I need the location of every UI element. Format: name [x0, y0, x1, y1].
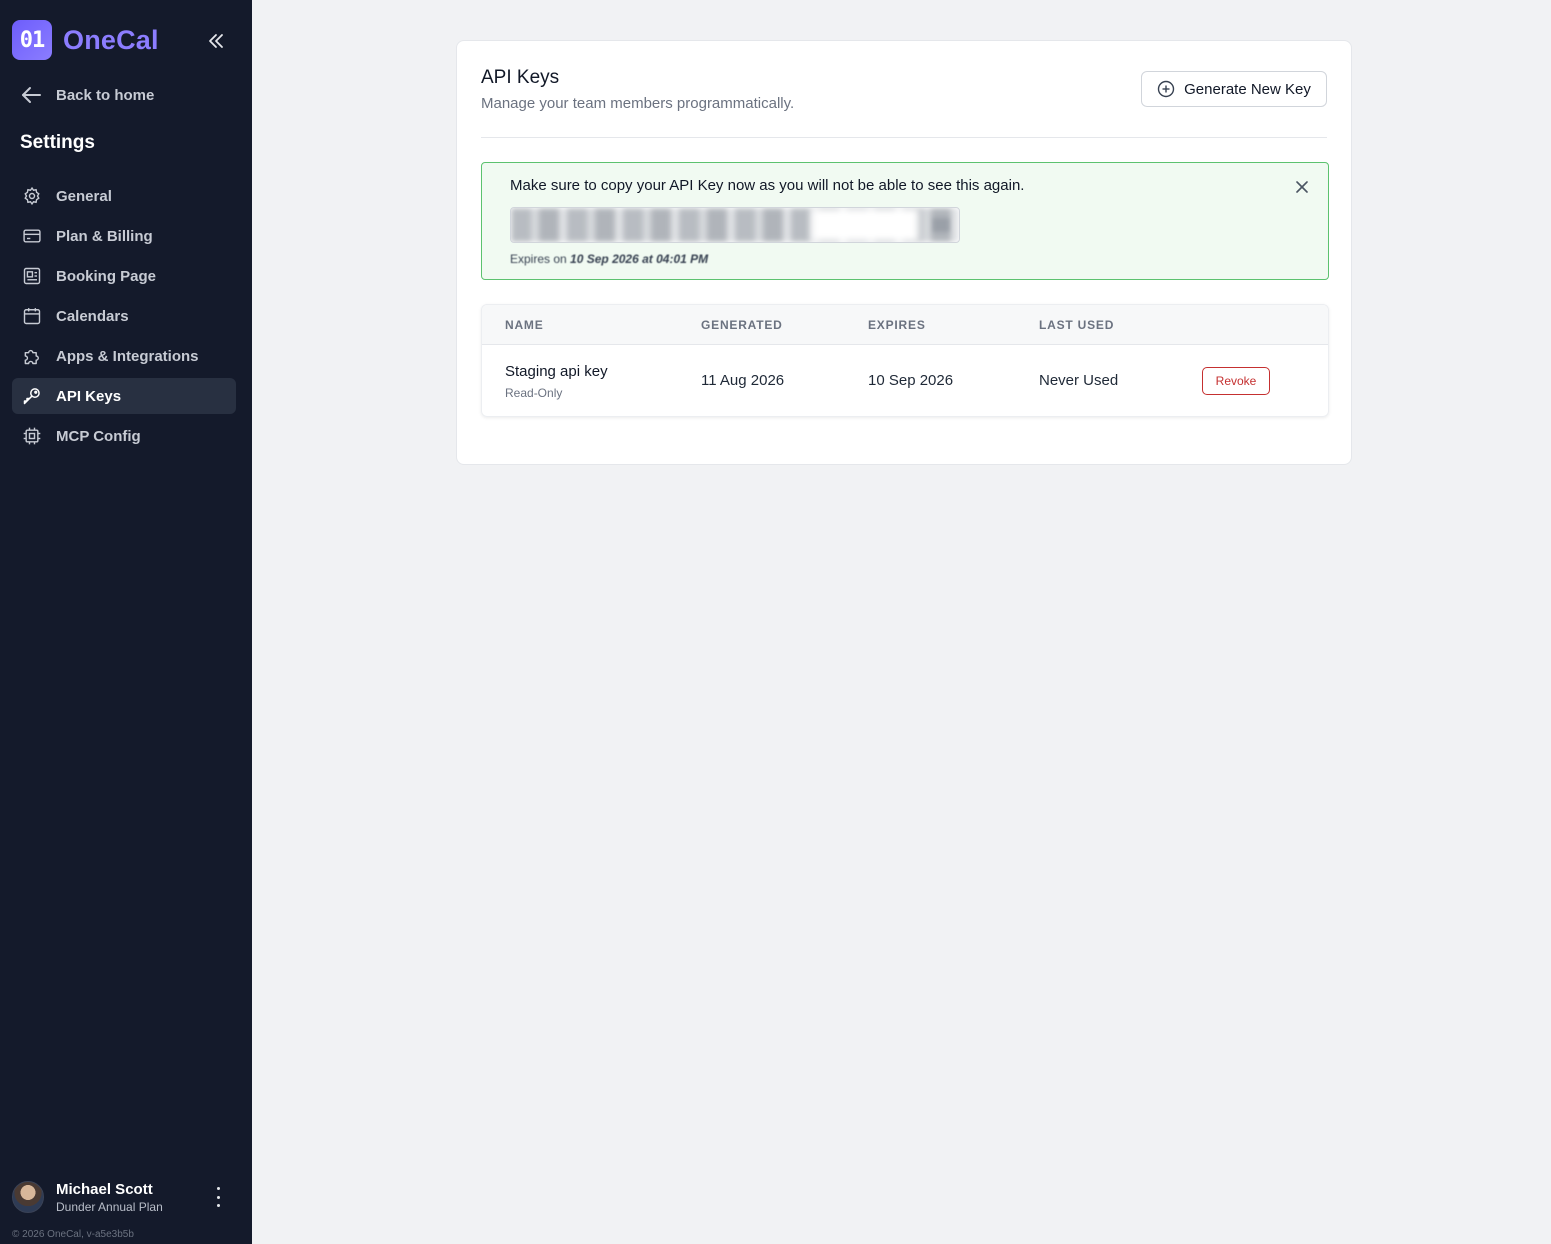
brand-logo[interactable]: 01 OneCal [12, 20, 159, 60]
sidebar-item-general[interactable]: General [12, 178, 236, 214]
user-name: Michael Scott [56, 1180, 153, 1198]
copy-icon[interactable] [933, 218, 949, 232]
api-keys-table: NAME GENERATED EXPIRES LAST USED Staging… [481, 304, 1329, 417]
puzzle-icon [21, 345, 43, 367]
user-info: Michael Scott Dunder Annual Plan [56, 1181, 163, 1214]
avatar [12, 1181, 44, 1213]
settings-nav: General Plan & Billing Booking Page Cale… [12, 178, 236, 458]
back-to-home-link[interactable]: Back to home [20, 86, 154, 104]
sidebar-item-mcp-config[interactable]: MCP Config [12, 418, 236, 454]
copyright-text: © 2026 OneCal, v-a5e3b5b [12, 1229, 134, 1240]
booking-page-icon [21, 265, 43, 287]
chip-icon [21, 425, 43, 447]
gear-icon [21, 185, 43, 207]
collapse-sidebar-button[interactable] [203, 28, 229, 54]
column-header-generated: GENERATED [701, 318, 783, 332]
sidebar-item-booking-page[interactable]: Booking Page [12, 258, 236, 294]
sidebar-item-label: Apps & Integrations [56, 347, 199, 365]
api-key-field[interactable] [510, 207, 960, 243]
key-name: Staging api key [505, 363, 608, 380]
page-subtitle: Manage your team members programmaticall… [481, 95, 795, 112]
more-options-icon[interactable] [210, 1187, 226, 1207]
alert-message: Make sure to copy your API Key now as yo… [510, 177, 1025, 194]
divider [481, 137, 1327, 138]
expiry-prefix: Expires on [510, 252, 567, 266]
double-chevron-left-icon [209, 34, 223, 48]
credit-card-icon [21, 225, 43, 247]
plus-circle-icon [1157, 80, 1175, 98]
settings-heading: Settings [20, 132, 95, 153]
sidebar-item-api-keys[interactable]: API Keys [12, 378, 236, 414]
sidebar-item-label: API Keys [56, 387, 122, 405]
table-row: Staging api key Read-Only 11 Aug 2026 10… [482, 345, 1328, 416]
sidebar-item-label: General [56, 187, 112, 205]
user-plan: Dunder Annual Plan [56, 1199, 163, 1214]
expiry-value: 10 Sep 2026 at 04:01 PM [570, 252, 709, 266]
generate-new-key-label: Generate New Key [1184, 80, 1311, 98]
logo-mark: 01 [12, 20, 52, 60]
back-to-home-label: Back to home [56, 86, 155, 104]
redaction-overlay [811, 208, 919, 242]
key-generated-date: 11 Aug 2026 [701, 372, 785, 389]
sidebar-item-label: Plan & Billing [56, 227, 153, 245]
key-expiry-note: Expires on 10 Sep 2026 at 04:01 PM [510, 252, 708, 266]
brand-name: OneCal [63, 24, 159, 55]
revoke-button[interactable]: Revoke [1202, 367, 1270, 395]
sidebar-item-label: MCP Config [56, 427, 141, 445]
user-menu[interactable]: Michael Scott Dunder Annual Plan [12, 1179, 238, 1215]
column-header-name: NAME [505, 318, 544, 332]
key-permission: Read-Only [505, 386, 563, 400]
sidebar-item-calendars[interactable]: Calendars [12, 298, 236, 334]
sidebar-item-apps-integrations[interactable]: Apps & Integrations [12, 338, 236, 374]
page-title: API Keys [481, 67, 560, 88]
sidebar-item-label: Booking Page [56, 267, 157, 285]
sidebar: 01 OneCal Back to home Settings General … [0, 0, 252, 1244]
key-last-used: Never Used [1039, 372, 1119, 389]
key-icon [21, 385, 43, 407]
arrow-left-icon [22, 87, 41, 103]
table-header: NAME GENERATED EXPIRES LAST USED [482, 305, 1328, 345]
sidebar-item-plan-billing[interactable]: Plan & Billing [12, 218, 236, 254]
sidebar-item-label: Calendars [56, 307, 129, 325]
key-expires-date: 10 Sep 2026 [868, 372, 954, 389]
generate-new-key-button[interactable]: Generate New Key [1141, 71, 1327, 107]
column-header-expires: EXPIRES [868, 318, 926, 332]
calendar-icon [21, 305, 43, 327]
api-keys-card: API Keys Manage your team members progra… [456, 40, 1352, 465]
close-icon[interactable] [1294, 179, 1310, 195]
column-header-last-used: LAST USED [1039, 318, 1115, 332]
new-key-alert: Make sure to copy your API Key now as yo… [481, 162, 1329, 280]
